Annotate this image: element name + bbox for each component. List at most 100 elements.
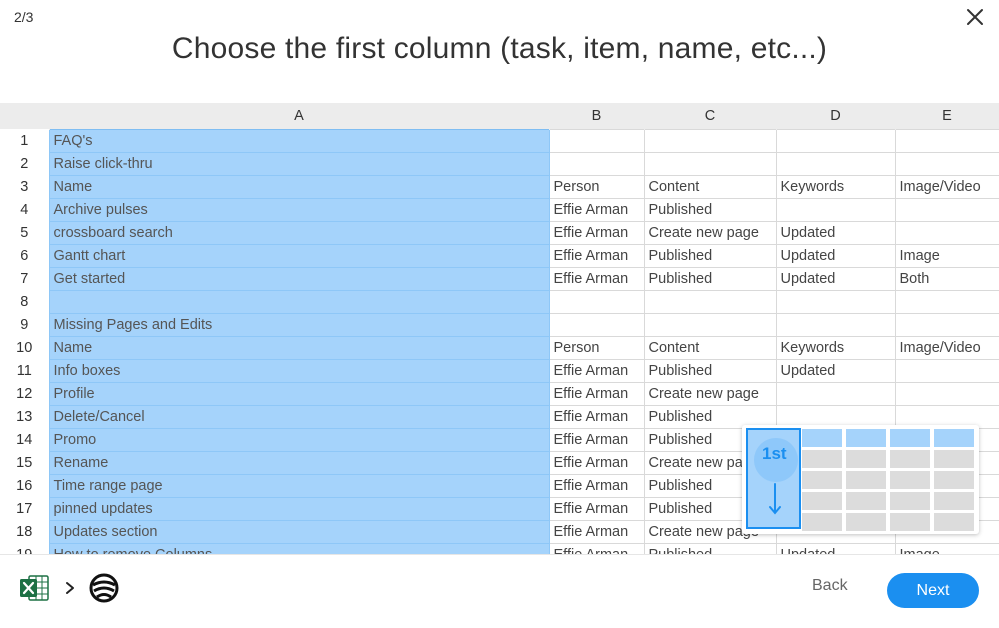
cell-b: Effie Arman (548, 381, 645, 406)
cell-a[interactable]: Missing Pages and Edits (48, 312, 550, 337)
hint-grid-cell (934, 471, 974, 489)
page-title: Choose the first column (task, item, nam… (171, 32, 828, 65)
cell-a[interactable]: Raise click-thru (48, 151, 550, 176)
cell-b (548, 312, 645, 337)
hint-first-column: 1st (746, 428, 801, 529)
step-indicator: 2/3 (14, 9, 34, 25)
hint-grid-cell (934, 429, 974, 447)
column-header-a[interactable]: A (49, 103, 550, 129)
hint-first-label: 1st (762, 444, 787, 463)
row-number: 4 (0, 198, 49, 221)
cell-d (775, 128, 896, 153)
brand-logo-icon (89, 573, 119, 603)
cell-c (643, 289, 777, 314)
cell-c: Content (643, 174, 777, 199)
row-number: 9 (0, 313, 49, 336)
cell-d (775, 289, 896, 314)
cell-e (894, 220, 999, 245)
table-row: 6 Gantt chart Effie Arman Published Updated I… (0, 243, 999, 268)
cell-a[interactable]: Rename (48, 450, 550, 475)
hint-grid-cell (890, 492, 930, 510)
column-header-c[interactable]: C (644, 103, 777, 129)
cell-e (894, 358, 999, 383)
cell-b: Effie Arman (548, 496, 645, 521)
cell-e (894, 312, 999, 337)
table-row: 10 Name Person Content Keywords Image/Video (0, 335, 999, 360)
cell-e: Image (894, 243, 999, 268)
cell-a[interactable]: pinned updates (48, 496, 550, 521)
row-number: 7 (0, 267, 49, 290)
hint-grid-cell (846, 471, 886, 489)
column-header-e[interactable]: E (895, 103, 999, 129)
cell-a[interactable]: Gantt chart (48, 243, 550, 268)
cell-a[interactable]: crossboard search (48, 220, 550, 245)
cell-a[interactable]: Profile (48, 381, 550, 406)
row-number: 18 (0, 520, 49, 543)
column-header-b[interactable]: B (549, 103, 645, 129)
hint-grid-cell (802, 429, 842, 447)
table-row: 2 Raise click-thru (0, 151, 999, 176)
back-button[interactable]: Back (812, 577, 848, 595)
hint-grid-cell (802, 471, 842, 489)
cell-b (548, 128, 645, 153)
column-header-row: A B C D E (0, 103, 999, 129)
cell-d: Updated (775, 358, 896, 383)
table-row: 3 Name Person Content Keywords Image/Video (0, 174, 999, 199)
cell-a[interactable]: Promo (48, 427, 550, 452)
row-number: 15 (0, 451, 49, 474)
cell-a[interactable]: FAQ's (48, 128, 550, 153)
cell-c: Create new page (643, 381, 777, 406)
table-row: 7 Get started Effie Arman Published Updated B… (0, 266, 999, 291)
row-number: 17 (0, 497, 49, 520)
cell-b: Effie Arman (548, 197, 645, 222)
hint-grid-cell (890, 429, 930, 447)
table-row: 12 Profile Effie Arman Create new page (0, 381, 999, 406)
cell-d: Updated (775, 266, 896, 291)
cell-b: Effie Arman (548, 450, 645, 475)
cell-a[interactable]: Name (48, 174, 550, 199)
cell-d (775, 312, 896, 337)
cell-c: Published (643, 266, 777, 291)
cell-b: Effie Arman (548, 427, 645, 452)
row-number: 10 (0, 336, 49, 359)
cell-a[interactable]: Time range page (48, 473, 550, 498)
row-number: 16 (0, 474, 49, 497)
column-header-d[interactable]: D (776, 103, 896, 129)
hint-grid-cell (890, 471, 930, 489)
cell-a[interactable]: How to remove Columns (48, 542, 550, 554)
row-number: 19 (0, 543, 49, 554)
table-row: 9 Missing Pages and Edits (0, 312, 999, 337)
next-button[interactable]: Next (887, 573, 979, 608)
row-number: 6 (0, 244, 49, 267)
cell-d: Updated (775, 220, 896, 245)
hint-grid-cell (802, 513, 842, 531)
excel-logo-icon (20, 575, 49, 601)
row-number: 11 (0, 359, 49, 382)
cell-a[interactable]: Name (48, 335, 550, 360)
hint-grid-cell (846, 429, 886, 447)
cell-a[interactable]: Delete/Cancel (48, 404, 550, 429)
cell-a[interactable]: Info boxes (48, 358, 550, 383)
cell-c: Published (643, 358, 777, 383)
cell-a[interactable] (48, 289, 550, 314)
cell-c: Published (643, 197, 777, 222)
hint-grid-cell (846, 492, 886, 510)
first-column-hint-card: 1st (742, 425, 979, 534)
cell-b: Effie Arman (548, 266, 645, 291)
cell-a[interactable]: Get started (48, 266, 550, 291)
close-icon[interactable] (965, 7, 985, 27)
corner-cell (0, 103, 50, 129)
cell-c (643, 312, 777, 337)
cell-d (775, 197, 896, 222)
cell-e: Image/Video (894, 335, 999, 360)
cell-c: Content (643, 335, 777, 360)
cell-d: Keywords (775, 335, 896, 360)
cell-e: Image (894, 542, 999, 554)
cell-a[interactable]: Updates section (48, 519, 550, 544)
cell-e (894, 151, 999, 176)
table-row: 8 (0, 289, 999, 314)
hint-grid-cell (934, 450, 974, 468)
cell-b: Effie Arman (548, 220, 645, 245)
cell-c: Published (643, 243, 777, 268)
cell-a[interactable]: Archive pulses (48, 197, 550, 222)
